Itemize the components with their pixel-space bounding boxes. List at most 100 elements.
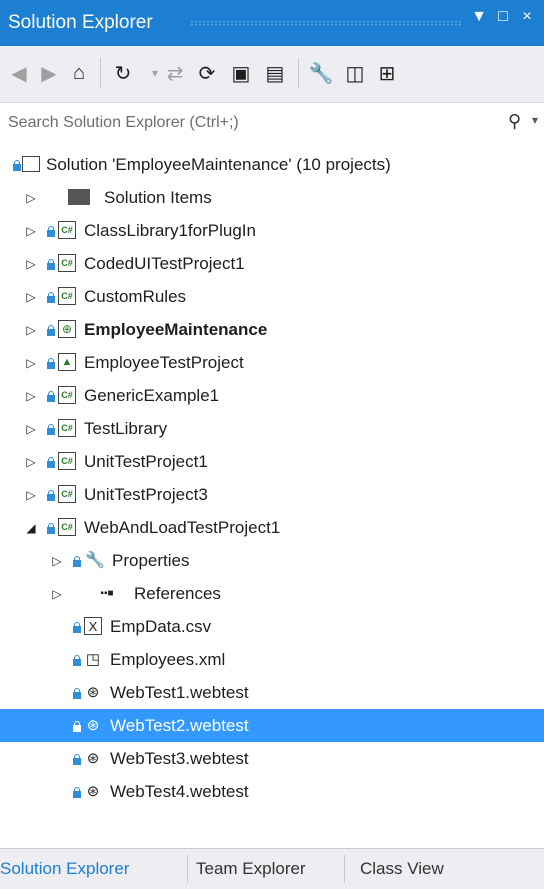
lock-icon <box>46 292 56 303</box>
back-icon[interactable]: ◀ <box>4 58 34 88</box>
lock-icon <box>46 424 56 435</box>
lock-icon <box>72 622 82 633</box>
web-project-icon: ⊕ <box>58 320 76 338</box>
lock-icon <box>46 259 56 270</box>
toolbar-separator <box>298 58 299 88</box>
tree-item-label: Solution Items <box>104 187 212 207</box>
tree-item-project[interactable]: ▷ C# CodedUITestProject1 <box>0 247 544 280</box>
tree-item-file[interactable]: ◳ Employees.xml <box>0 643 544 676</box>
tree-item-label: EmployeeTestProject <box>84 352 244 372</box>
tree-item-label: CustomRules <box>84 286 187 306</box>
lock-icon <box>46 226 56 237</box>
dropdown-button[interactable]: ▼ <box>468 8 490 26</box>
search-input[interactable] <box>6 110 500 136</box>
tab-team-explorer[interactable]: Team Explorer <box>196 859 306 879</box>
lock-icon <box>46 325 56 336</box>
solution-tree: Solution 'EmployeeMaintenance' (10 proje… <box>0 142 544 832</box>
expand-arrow-icon[interactable]: ▷ <box>24 290 38 304</box>
window-title: Solution Explorer <box>8 12 153 33</box>
lock-icon <box>72 556 82 567</box>
search-icon[interactable]: ⚲ <box>508 111 521 132</box>
expand-arrow-icon[interactable]: ▷ <box>24 455 38 469</box>
folder-icon <box>68 189 90 205</box>
close-button[interactable]: × <box>516 8 538 26</box>
expand-arrow-icon[interactable]: ▷ <box>50 554 64 568</box>
tree-item-label: Employees.xml <box>110 649 226 669</box>
lock-icon <box>46 358 56 369</box>
solution-label: Solution 'EmployeeMaintenance' (10 proje… <box>46 154 391 174</box>
tree-item-project[interactable]: ▷ C# CustomRules <box>0 280 544 313</box>
expand-arrow-icon[interactable]: ▷ <box>24 389 38 403</box>
tab-solution-explorer[interactable]: Solution Explorer <box>0 859 129 879</box>
references-icon: ▪▪■ <box>100 587 114 599</box>
webtest-file-icon: ⊛ <box>86 717 100 734</box>
expand-arrow-icon[interactable]: ▷ <box>24 422 38 436</box>
tab-class-view[interactable]: Class View <box>360 859 444 879</box>
search-bar: ⚲ ▾ <box>0 102 544 144</box>
title-bar: Solution Explorer ▼ □ × <box>0 0 544 46</box>
show-all-files-icon[interactable]: ▤ <box>260 58 290 88</box>
tree-item-project[interactable]: ▷ C# UnitTestProject3 <box>0 478 544 511</box>
tree-item-solution[interactable]: Solution 'EmployeeMaintenance' (10 proje… <box>0 148 544 181</box>
pending-changes-icon[interactable]: ⇄ <box>160 58 190 88</box>
tree-item-label: WebTest2.webtest <box>110 715 249 735</box>
search-options-icon[interactable]: ▾ <box>532 113 538 127</box>
tree-item-project[interactable]: ▷ ⊕ EmployeeMaintenance <box>0 313 544 346</box>
home-icon[interactable]: ⌂ <box>64 58 94 88</box>
csv-file-icon: X <box>84 617 102 635</box>
tree-item-file[interactable]: ⊛ WebTest1.webtest <box>0 676 544 709</box>
expand-arrow-icon[interactable]: ▷ <box>24 356 38 370</box>
lock-icon <box>12 160 22 171</box>
tree-item-label: TestLibrary <box>84 418 168 438</box>
webtest-file-icon: ⊛ <box>86 684 100 701</box>
lock-icon <box>72 721 82 732</box>
tree-item-label: EmployeeMaintenance <box>84 319 268 339</box>
tree-item-label: UnitTestProject3 <box>84 484 208 504</box>
tree-item-properties[interactable]: ▷ 🔧 Properties <box>0 544 544 577</box>
lock-icon <box>46 457 56 468</box>
tree-item-project[interactable]: ▷ C# UnitTestProject1 <box>0 445 544 478</box>
csharp-project-icon: C# <box>58 221 76 239</box>
expand-arrow-icon[interactable]: ▷ <box>24 191 38 205</box>
view-class-diagram-icon[interactable]: ⊞ <box>372 58 402 88</box>
history-icon[interactable]: ↻ <box>108 58 138 88</box>
tree-item-solution-items[interactable]: ▷ Solution Items <box>0 181 544 214</box>
collapse-arrow-icon[interactable]: ◢ <box>24 521 38 535</box>
tree-item-references[interactable]: ▷ ▪▪■ References <box>0 577 544 610</box>
tree-item-file[interactable]: X EmpData.csv <box>0 610 544 643</box>
preview-icon[interactable]: ◫ <box>340 58 370 88</box>
maximize-button[interactable]: □ <box>492 8 514 26</box>
tree-item-project[interactable]: ▷ C# TestLibrary <box>0 412 544 445</box>
tree-item-label: WebAndLoadTestProject1 <box>84 517 281 537</box>
tree-item-label: Properties <box>112 550 190 570</box>
properties-icon[interactable]: 🔧 <box>306 58 336 88</box>
tree-item-label: References <box>134 583 221 603</box>
lock-icon <box>72 787 82 798</box>
tree-item-file-selected[interactable]: ⊛ WebTest2.webtest <box>0 709 544 742</box>
expand-arrow-icon[interactable]: ▷ <box>24 488 38 502</box>
solution-icon <box>22 156 40 172</box>
wrench-icon: 🔧 <box>85 552 105 569</box>
sync-icon[interactable]: ⟳ <box>192 58 222 88</box>
expand-arrow-icon[interactable]: ▷ <box>50 587 64 601</box>
expand-arrow-icon[interactable]: ▷ <box>24 323 38 337</box>
tree-item-project[interactable]: ▷ C# GenericExample1 <box>0 379 544 412</box>
lock-icon <box>46 391 56 402</box>
expand-arrow-icon[interactable]: ▷ <box>24 257 38 271</box>
toolbar: ◀ ▶ ⌂ ↻ ▾ ⇄ ⟳ ▣ ▤ 🔧 ◫ ⊞ <box>0 46 544 102</box>
tree-item-project[interactable]: ▷ C# ClassLibrary1forPlugIn <box>0 214 544 247</box>
tree-item-label: UnitTestProject1 <box>84 451 208 471</box>
lock-icon <box>46 523 56 534</box>
tree-item-project-expanded[interactable]: ◢ C# WebAndLoadTestProject1 <box>0 511 544 544</box>
bottom-tabs: Solution Explorer Team Explorer Class Vi… <box>0 848 544 889</box>
tree-item-label: GenericExample1 <box>84 385 220 405</box>
expand-arrow-icon[interactable]: ▷ <box>24 224 38 238</box>
tree-item-file[interactable]: ⊛ WebTest4.webtest <box>0 775 544 808</box>
drag-grip[interactable] <box>190 20 462 26</box>
tree-item-project[interactable]: ▷ ▲ EmployeeTestProject <box>0 346 544 379</box>
lock-icon <box>72 688 82 699</box>
collapse-all-icon[interactable]: ▣ <box>226 58 256 88</box>
tab-separator <box>187 855 188 883</box>
tree-item-file[interactable]: ⊛ WebTest3.webtest <box>0 742 544 775</box>
forward-icon[interactable]: ▶ <box>34 58 64 88</box>
